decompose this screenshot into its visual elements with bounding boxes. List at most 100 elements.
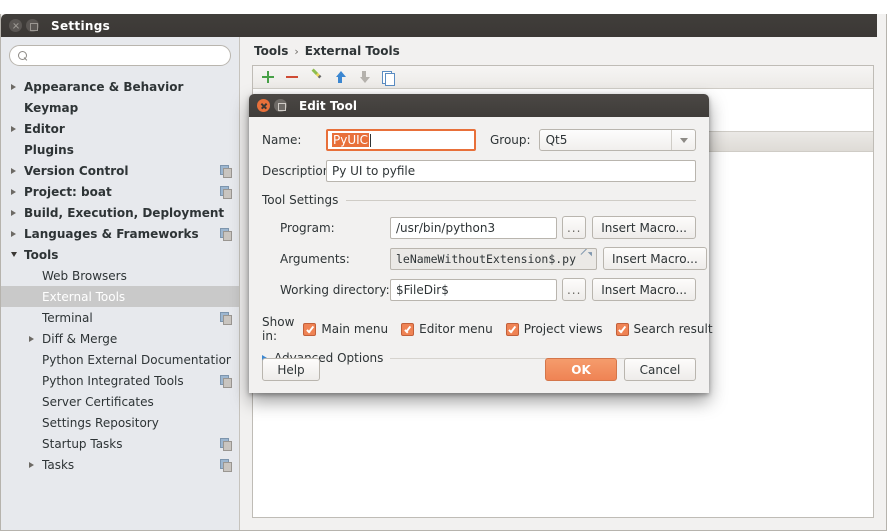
sidebar-item-plugins[interactable]: Plugins: [1, 139, 239, 160]
show-in-editor-menu-option[interactable]: Editor menu: [401, 322, 493, 336]
add-icon[interactable]: [261, 70, 275, 84]
chevron-down-icon[interactable]: [671, 130, 695, 150]
breadcrumb-parent[interactable]: Tools: [254, 44, 288, 58]
sidebar-item-python-integrated-tools[interactable]: Python Integrated Tools: [1, 370, 239, 391]
chevron-right-icon[interactable]: [29, 328, 42, 349]
sidebar-item-version-control[interactable]: Version Control: [1, 160, 239, 181]
close-icon[interactable]: [257, 99, 270, 112]
copy-settings-icon[interactable]: [220, 186, 232, 199]
program-field[interactable]: /usr/bin/python3: [390, 216, 558, 239]
group-dropdown[interactable]: Qt5: [538, 129, 696, 151]
name-row: Name: PyUIC Group: Qt5: [262, 129, 696, 151]
sidebar-item-appearance-behavior[interactable]: Appearance & Behavior: [1, 76, 239, 97]
dialog-titlebar: Edit Tool: [249, 94, 709, 117]
sidebar-item-label: Python External Documentation: [42, 352, 231, 367]
search-input[interactable]: [32, 47, 222, 64]
show-in-main-menu-option[interactable]: Main menu: [303, 322, 388, 336]
chevron-right-icon[interactable]: [11, 202, 24, 223]
sidebar-item-tools[interactable]: Tools: [1, 244, 239, 265]
window-right-edge: [877, 14, 886, 530]
show-in-option-label: Project views: [523, 322, 603, 336]
sidebar-item-editor[interactable]: Editor: [1, 118, 239, 139]
help-button[interactable]: Help: [262, 358, 320, 381]
copy-settings-icon[interactable]: [220, 438, 232, 451]
chevron-right-icon[interactable]: [11, 160, 24, 181]
chevron-right-icon[interactable]: [11, 181, 24, 202]
sidebar-item-tasks[interactable]: Tasks: [1, 454, 239, 475]
copy-settings-icon[interactable]: [220, 165, 232, 178]
description-field[interactable]: Py UI to pyfile: [326, 160, 696, 182]
search-box[interactable]: [9, 45, 231, 66]
sidebar-item-label: Languages & Frameworks: [24, 226, 199, 241]
sidebar-item-keymap[interactable]: Keymap: [1, 97, 239, 118]
checkbox-project-views[interactable]: [505, 322, 519, 336]
sidebar-item-python-external-documentation[interactable]: Python External Documentation: [1, 349, 239, 370]
maximize-icon[interactable]: [26, 19, 39, 32]
sidebar-item-web-browsers[interactable]: Web Browsers: [1, 265, 239, 286]
remove-icon[interactable]: [285, 70, 299, 84]
sidebar-item-build-execution-deployment[interactable]: Build, Execution, Deployment: [1, 202, 239, 223]
program-field-value: /usr/bin/python3: [396, 220, 496, 235]
search-icon: [18, 50, 28, 61]
arguments-field[interactable]: leNameWithoutExtension$.py: [390, 247, 598, 270]
sidebar-item-terminal[interactable]: Terminal: [1, 307, 239, 328]
copy-settings-icon[interactable]: [220, 228, 232, 241]
chevron-right-icon[interactable]: [29, 454, 42, 475]
edit-pencil-icon[interactable]: [309, 70, 323, 84]
working-directory-insert-macro-button[interactable]: Insert Macro...: [592, 278, 696, 301]
sidebar-item-project-boat[interactable]: Project: boat: [1, 181, 239, 202]
tool-settings-legend: Tool Settings: [262, 193, 696, 207]
working-directory-browse-button[interactable]: ...: [562, 278, 587, 301]
group-dropdown-value: Qt5: [545, 133, 568, 147]
sidebar-item-external-tools[interactable]: External Tools: [1, 286, 239, 307]
chevron-down-icon[interactable]: [11, 244, 24, 265]
maximize-icon[interactable]: [274, 99, 287, 112]
working-directory-field-wrap: $FileDir$... Insert Macro...: [390, 278, 696, 301]
sidebar-item-label: Tools: [24, 247, 59, 262]
sidebar-item-server-certificates[interactable]: Server Certificates: [1, 391, 239, 412]
copy-settings-icon[interactable]: [220, 459, 232, 472]
show-in-row: Show in: Main menu Editor menu Project vie…: [262, 315, 713, 343]
program-insert-macro-button[interactable]: Insert Macro...: [592, 216, 696, 239]
sidebar-item-settings-repository[interactable]: Settings Repository: [1, 412, 239, 433]
chevron-right-icon[interactable]: [11, 223, 24, 244]
cancel-button[interactable]: Cancel: [624, 358, 696, 381]
checkbox-search-result[interactable]: [615, 322, 629, 336]
working-directory-field[interactable]: $FileDir$: [390, 278, 558, 301]
chevron-right-icon[interactable]: [11, 76, 24, 97]
sidebar-item-label: Python Integrated Tools: [42, 373, 184, 388]
name-label: Name:: [262, 133, 302, 147]
show-in-options: Main menu Editor menu Project views Search …: [303, 322, 725, 336]
text-caret: [370, 133, 372, 147]
ok-button[interactable]: OK: [545, 358, 617, 381]
name-field[interactable]: PyUIC: [326, 129, 476, 151]
sidebar-item-startup-tasks[interactable]: Startup Tasks: [1, 433, 239, 454]
close-icon[interactable]: [9, 19, 22, 32]
show-in-label: Show in:: [262, 315, 295, 343]
program-browse-button[interactable]: ...: [562, 216, 587, 239]
move-up-icon[interactable]: [333, 70, 347, 84]
sidebar-item-label: Server Certificates: [42, 394, 154, 409]
copy-icon[interactable]: [381, 70, 395, 86]
sidebar-item-diff-merge[interactable]: Diff & Merge: [1, 328, 239, 349]
window-title: Settings: [51, 18, 111, 33]
arguments-insert-macro-button[interactable]: Insert Macro...: [603, 247, 707, 270]
expand-editor-icon[interactable]: [580, 250, 592, 264]
checkbox-editor-menu[interactable]: [401, 322, 415, 336]
screen: Settings Appearance & Behavior Keymap Edit…: [0, 0, 887, 531]
sidebar-item-languages-frameworks[interactable]: Languages & Frameworks: [1, 223, 239, 244]
show-in-search-result-option[interactable]: Search result: [615, 322, 713, 336]
checkbox-main-menu[interactable]: [303, 322, 317, 336]
copy-settings-icon[interactable]: [220, 375, 232, 388]
show-in-project-views-option[interactable]: Project views: [505, 322, 603, 336]
sidebar-item-label: Web Browsers: [42, 268, 127, 283]
copy-settings-icon[interactable]: [220, 312, 232, 325]
chevron-right-icon[interactable]: [11, 118, 24, 139]
move-down-icon[interactable]: [357, 70, 371, 84]
breadcrumb-current: External Tools: [304, 44, 400, 58]
